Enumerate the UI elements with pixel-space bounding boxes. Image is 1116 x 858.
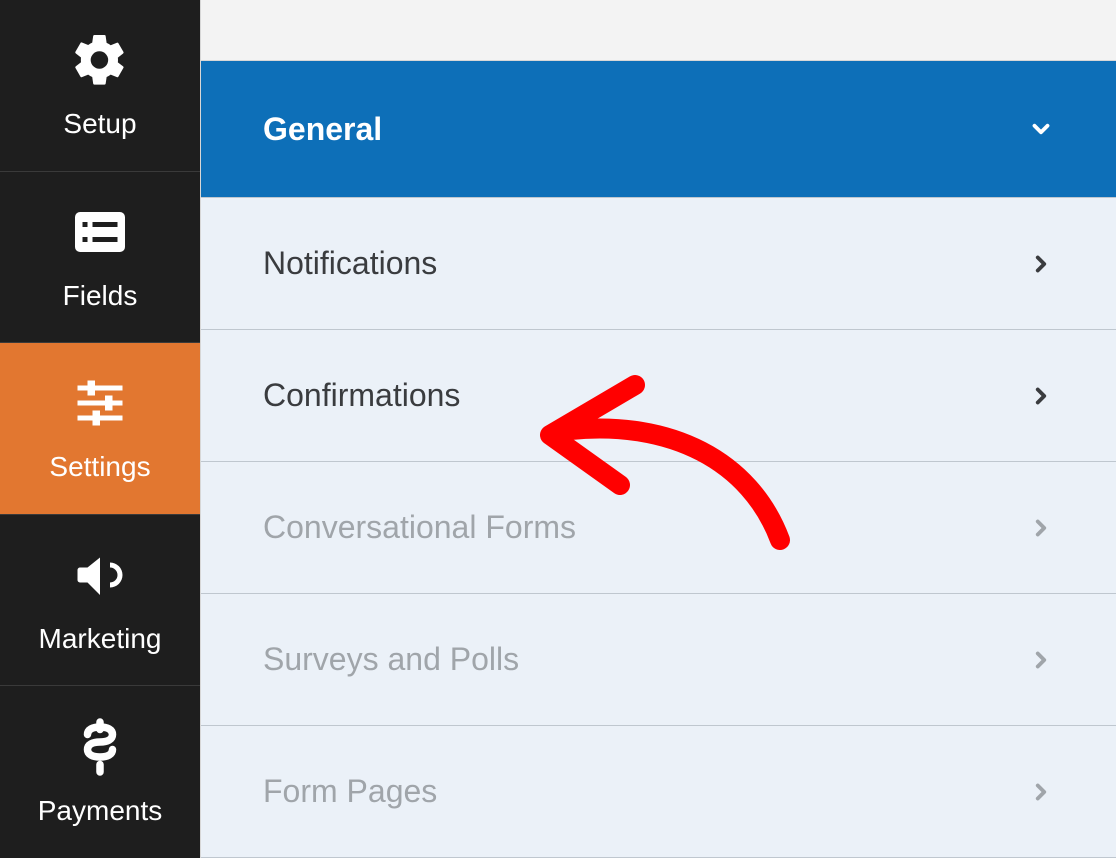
sliders-icon: [70, 373, 130, 433]
chevron-right-icon: [1028, 251, 1054, 277]
settings-list: General Notifications Confirmations Conv…: [201, 61, 1116, 858]
chevron-right-icon: [1028, 647, 1054, 673]
sidebar-item-settings[interactable]: Settings: [0, 343, 200, 515]
sidebar-item-label: Setup: [63, 108, 136, 140]
sidebar-item-label: Settings: [49, 451, 150, 483]
sidebar-item-setup[interactable]: Setup: [0, 0, 200, 172]
app-root: Setup Fields Settings Marketing: [0, 0, 1116, 858]
settings-item-conversational-forms[interactable]: Conversational Forms: [201, 462, 1116, 594]
megaphone-icon: [70, 545, 130, 605]
dollar-icon: [70, 717, 130, 777]
chevron-down-icon: [1028, 116, 1054, 142]
settings-section-general[interactable]: General: [201, 61, 1116, 198]
chevron-right-icon: [1028, 515, 1054, 541]
settings-header-label: General: [263, 111, 382, 148]
settings-item-label: Confirmations: [263, 377, 460, 414]
settings-item-label: Notifications: [263, 245, 437, 282]
settings-item-form-pages[interactable]: Form Pages: [201, 726, 1116, 858]
settings-item-label: Surveys and Polls: [263, 641, 519, 678]
gear-icon: [70, 30, 130, 90]
sidebar-item-label: Fields: [63, 280, 138, 312]
sidebar-item-payments[interactable]: Payments: [0, 686, 200, 858]
chevron-right-icon: [1028, 779, 1054, 805]
sidebar-item-label: Payments: [38, 795, 163, 827]
chevron-right-icon: [1028, 383, 1054, 409]
list-icon: [70, 202, 130, 262]
settings-item-surveys-and-polls[interactable]: Surveys and Polls: [201, 594, 1116, 726]
settings-item-label: Form Pages: [263, 773, 437, 810]
settings-item-notifications[interactable]: Notifications: [201, 198, 1116, 330]
main-panel: General Notifications Confirmations Conv…: [200, 0, 1116, 858]
settings-item-label: Conversational Forms: [263, 509, 576, 546]
settings-item-confirmations[interactable]: Confirmations: [201, 330, 1116, 462]
sidebar-item-marketing[interactable]: Marketing: [0, 515, 200, 687]
top-bar: [201, 0, 1116, 61]
sidebar: Setup Fields Settings Marketing: [0, 0, 200, 858]
sidebar-item-fields[interactable]: Fields: [0, 172, 200, 344]
sidebar-item-label: Marketing: [39, 623, 162, 655]
